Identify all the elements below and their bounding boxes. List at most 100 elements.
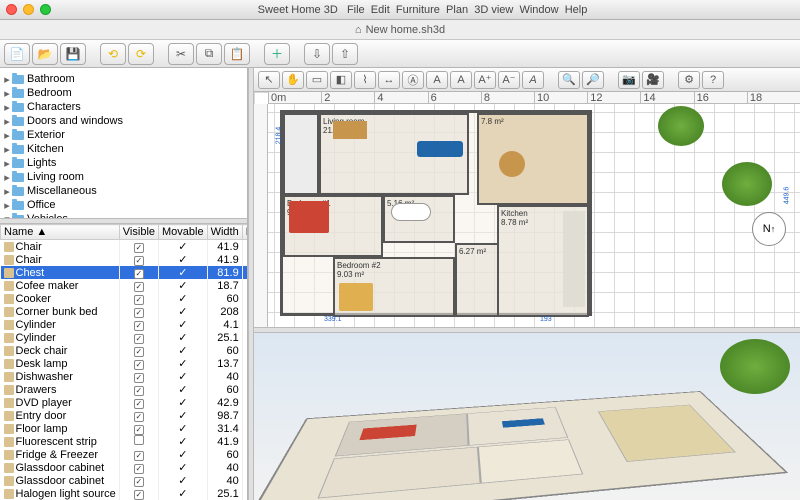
table-row[interactable]: Corner bunk bed✓✓208208154.9 <box>1 305 248 318</box>
dim-w2: 193 <box>540 316 552 323</box>
dimension-tool-button[interactable]: ↔ <box>378 71 400 89</box>
paste-button[interactable]: 📋 <box>224 43 250 65</box>
table-row[interactable]: Entry door✓✓98.723.8205.1 <box>1 409 248 422</box>
table-row[interactable]: Cylinder✓✓4.14.173 <box>1 318 248 331</box>
export-button[interactable]: ⇧ <box>332 43 358 65</box>
zoom-icon[interactable] <box>40 4 51 15</box>
table-row[interactable]: Drawers✓✓604686 <box>1 383 248 396</box>
table-row[interactable]: Chair✓✓41.947.387.9 <box>1 240 248 254</box>
redo-button[interactable]: ⟳ <box>128 43 154 65</box>
tree-folder[interactable]: ▸Miscellaneous <box>2 184 245 198</box>
home-icon: ⌂ <box>355 24 362 36</box>
room-tool-button[interactable]: ◧ <box>330 71 352 89</box>
select-tool-button[interactable]: ↖ <box>258 71 280 89</box>
menu-file[interactable]: File <box>347 4 365 16</box>
new-button[interactable]: 📄 <box>4 43 30 65</box>
table-row[interactable]: Halogen light source✓✓25.125.125.1 <box>1 487 248 500</box>
table-row[interactable]: Chair✓✓41.947.387.9 <box>1 253 248 266</box>
table-row[interactable]: Fluorescent strip✓41.96.35.1 <box>1 435 248 448</box>
room-kitchen-label: Kitchen <box>501 209 528 218</box>
tree-folder[interactable]: ▸Doors and windows <box>2 114 245 128</box>
plant-icon <box>658 106 704 146</box>
room-kitchen-area: 8.78 m² <box>501 218 528 227</box>
table-row[interactable]: Glassdoor cabinet✓✓4043.880.3 <box>1 474 248 487</box>
menu-furniture[interactable]: Furniture <box>396 4 440 16</box>
menu-edit[interactable]: Edit <box>371 4 390 16</box>
ruler-vertical <box>254 104 268 327</box>
table-row[interactable]: Floor lamp✓✓31.468.9180 <box>1 422 248 435</box>
text-bold-button[interactable]: A <box>450 71 472 89</box>
plant-icon <box>722 162 772 206</box>
col-header[interactable]: Name ▲ <box>1 225 120 240</box>
tree-folder[interactable]: ▸Exterior <box>2 128 245 142</box>
zoom-out-button[interactable]: 🔎 <box>582 71 604 89</box>
tree-folder[interactable]: ▸Bedroom <box>2 86 245 100</box>
menu-help[interactable]: Help <box>565 4 588 16</box>
plan-view[interactable]: 0m24681012141618 Living room 21.29 m² 7.… <box>254 92 800 327</box>
tree-folder[interactable]: ▸Kitchen <box>2 142 245 156</box>
copy-button[interactable]: ⧉ <box>196 43 222 65</box>
dim-w1: 339.1 <box>324 316 342 323</box>
ruler-horizontal: 0m24681012141618 <box>268 92 800 104</box>
dim-hleft: 218.4 <box>275 127 282 145</box>
3d-view[interactable] <box>254 333 800 500</box>
help-button[interactable]: ? <box>702 71 724 89</box>
minimize-icon[interactable] <box>23 4 34 15</box>
snapshot-button[interactable]: 📷 <box>618 71 640 89</box>
dim-hright: 449.6 <box>784 187 791 205</box>
menu-window[interactable]: Window <box>519 4 558 16</box>
table-row[interactable]: Cylinder✓✓25.125.173 <box>1 331 248 344</box>
cut-button[interactable]: ✂ <box>168 43 194 65</box>
col-header[interactable]: Visible <box>119 225 158 240</box>
tree-folder[interactable]: ▸Lights <box>2 156 245 170</box>
prefs-button[interactable]: ⚙ <box>678 71 700 89</box>
zoom-in-button[interactable]: 🔍 <box>558 71 580 89</box>
titlebar: Sweet Home 3D File Edit Furniture Plan 3… <box>0 0 800 20</box>
open-button[interactable]: 📂 <box>32 43 58 65</box>
wall-tool-button[interactable]: ▭ <box>306 71 328 89</box>
table-row[interactable]: Dishwasher✓✓4062.982.9 <box>1 370 248 383</box>
room-patio-area: 7.8 m² <box>481 117 504 126</box>
menu-3dview[interactable]: 3D view <box>474 4 513 16</box>
table-row[interactable]: DVD player✓✓42.938.35.7 <box>1 396 248 409</box>
table-row[interactable]: Deck chair✓✓6017450.1 <box>1 344 248 357</box>
table-row[interactable]: Glassdoor cabinet✓✓4043.880 <box>1 461 248 474</box>
text-size-inc-button[interactable]: A⁺ <box>474 71 496 89</box>
furniture-table[interactable]: Name ▲VisibleMovableWidthDepthHeightChai… <box>0 224 247 500</box>
text-italic-button[interactable]: A <box>522 71 544 89</box>
room-bed2-label: Bedroom #2 <box>337 261 381 270</box>
main-toolbar: 📄 📂 💾 ⟲ ⟳ ✂ ⧉ 📋 ＋ ⇩ ⇧ <box>0 40 800 68</box>
app-title: Sweet Home 3D <box>258 4 338 16</box>
table-row[interactable]: Cofee maker✓✓18.728.629.8 <box>1 279 248 292</box>
room-bed2-area: 9.03 m² <box>337 270 364 279</box>
video-button[interactable]: 🎥 <box>642 71 664 89</box>
menu-plan[interactable]: Plan <box>446 4 468 16</box>
table-row[interactable]: Desk lamp✓✓13.734.345.1 <box>1 357 248 370</box>
pan-tool-button[interactable]: ✋ <box>282 71 304 89</box>
close-icon[interactable] <box>6 4 17 15</box>
text-tool-button[interactable]: A <box>426 71 448 89</box>
table-row[interactable]: Fridge & Freezer✓✓6066185 <box>1 448 248 461</box>
tree-folder[interactable]: ▸Office <box>2 198 245 212</box>
table-row[interactable]: Cooker✓✓6061.684.1 <box>1 292 248 305</box>
save-button[interactable]: 💾 <box>60 43 86 65</box>
plant-icon <box>720 339 790 394</box>
tree-folder[interactable]: ▸Living room <box>2 170 245 184</box>
catalog-tree[interactable]: ▸Bathroom▸Bedroom▸Characters▸Doors and w… <box>0 68 247 218</box>
label-tool-button[interactable]: Ⓐ <box>402 71 424 89</box>
col-header[interactable]: Depth <box>242 225 247 240</box>
tree-folder[interactable]: ▸Characters <box>2 100 245 114</box>
col-header[interactable]: Movable <box>159 225 208 240</box>
compass-icon: N↑ <box>752 212 786 246</box>
text-size-dec-button[interactable]: A⁻ <box>498 71 520 89</box>
add-furniture-button[interactable]: ＋ <box>264 43 290 65</box>
col-header[interactable]: Width <box>207 225 242 240</box>
room-hall-area: 6.27 m² <box>459 247 486 256</box>
table-row[interactable]: Chest✓✓81.946.482.9 <box>1 266 248 279</box>
import-button[interactable]: ⇩ <box>304 43 330 65</box>
tree-folder[interactable]: ▸Bathroom <box>2 72 245 86</box>
document-title: New home.sh3d <box>366 24 446 36</box>
undo-button[interactable]: ⟲ <box>100 43 126 65</box>
polyline-tool-button[interactable]: ⌇ <box>354 71 376 89</box>
plan-toolbar: ↖ ✋ ▭ ◧ ⌇ ↔ Ⓐ A A A⁺ A⁻ A 🔍 🔎 📷 🎥 ⚙ ? <box>254 68 800 92</box>
